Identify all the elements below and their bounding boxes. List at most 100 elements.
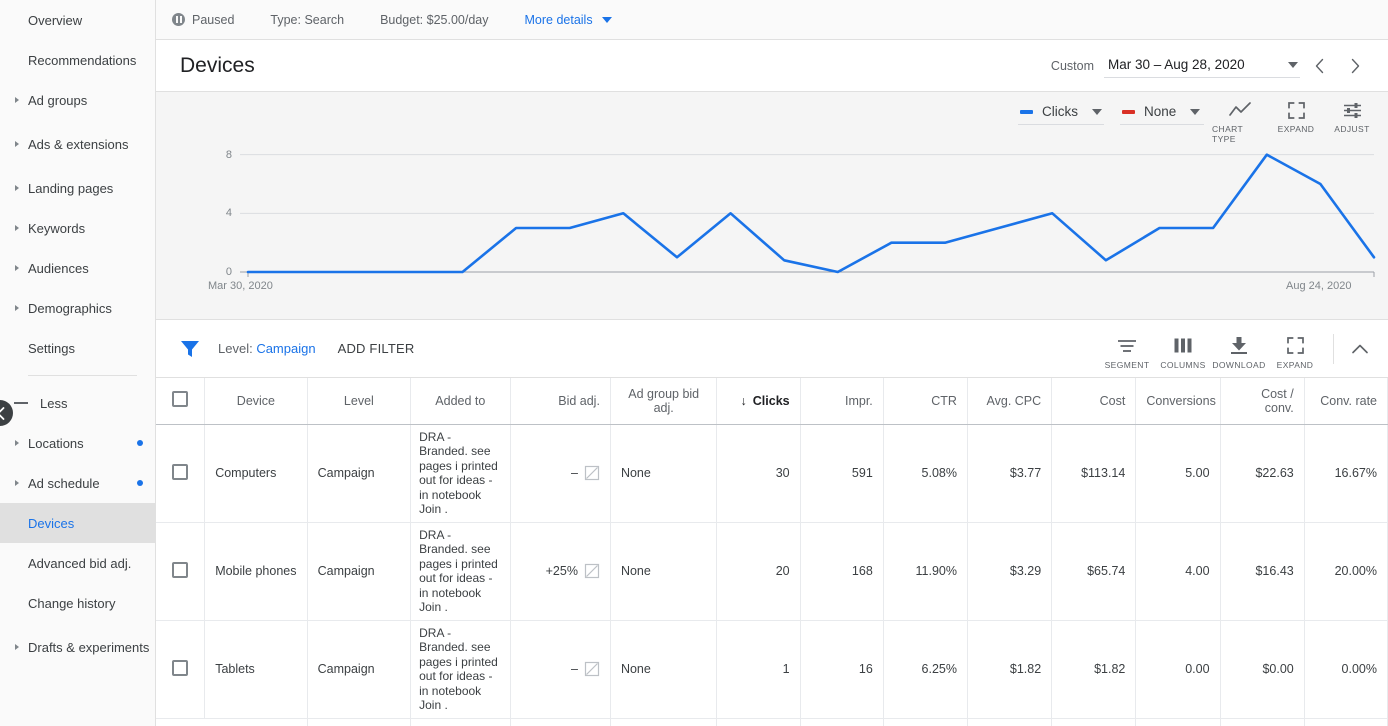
cell-device: Computers [204,424,308,523]
sidebar-item-ads-extensions[interactable]: Ads & extensions [0,120,155,168]
sidebar-item-change-history[interactable]: Change history [0,583,155,623]
column-header-cost[interactable]: Cost [1051,378,1137,425]
segment-label: SEGMENT [1104,359,1150,370]
column-header-level[interactable]: Level [307,378,412,425]
columns-button[interactable]: COLUMNS [1155,328,1211,370]
column-header-impr[interactable]: Impr. [800,378,884,425]
chart-adjust-button[interactable]: ADJUST [1324,92,1380,134]
secondary-metric-selector[interactable]: None [1120,102,1204,125]
cell-conv-rate: 20.00% [1304,522,1388,621]
table-expand-label: EXPAND [1276,359,1314,370]
date-next-button[interactable] [1338,49,1372,83]
cell-conv-rate: 0.00% [1304,620,1388,719]
primary-metric-selector[interactable]: Clicks [1018,102,1104,125]
sidebar-item-ad-groups[interactable]: Ad groups [0,80,155,120]
sidebar-item-label: Demographics [28,300,112,316]
campaign-type: Type: Search [270,12,345,27]
minus-icon [14,402,28,404]
sidebar-less-toggle[interactable]: Less [0,383,155,423]
filter-funnel-icon[interactable] [180,340,200,358]
segment-button[interactable]: SEGMENT [1099,328,1155,370]
column-header-avg-cpc[interactable]: Avg. CPC [967,378,1053,425]
total-cost-conv: $20.08 [1220,718,1305,726]
sidebar-item-keywords[interactable]: Keywords [0,208,155,248]
column-header-added-to[interactable]: Added to [410,378,511,425]
no-edit-icon [584,661,600,677]
date-prev-button[interactable] [1302,49,1336,83]
total-impr: 775 [800,718,884,726]
download-icon [1230,335,1248,357]
sidebar-item-locations[interactable]: Locations [0,423,155,463]
add-filter-button[interactable]: ADD FILTER [338,341,415,356]
sidebar-item-settings[interactable]: Settings [0,328,155,368]
added-to-text: DRA - Branded. see pages i printed out f… [419,527,498,615]
sidebar-item-advanced-bid-adj[interactable]: Advanced bid adj. [0,543,155,583]
sidebar-item-devices[interactable]: Devices [0,503,155,543]
column-header-ad-group-bid-adj[interactable]: Ad group bid adj. [610,378,718,425]
collapse-chart-button[interactable] [1340,329,1380,369]
cell-added-to: DRA - Branded. see pages i printed out f… [410,424,511,523]
chevron-right-icon [15,185,19,191]
cell-ad-group-bid-adj: None [610,620,718,719]
chart-x-start-label: Mar 30, 2020 [208,280,273,292]
total-spacer-cell [156,718,205,726]
sidebar-item-label: Devices [28,515,75,531]
table-row[interactable]: Mobile phones Campaign DRA - Branded. see … [156,522,1388,621]
sidebar-item-label: Locations [28,435,84,451]
row-checkbox[interactable] [172,659,189,676]
download-button[interactable]: DOWNLOAD [1211,328,1267,370]
cell-impr: 16 [800,620,884,719]
notification-dot [137,440,143,446]
sidebar-item-drafts-experiments[interactable]: Drafts & experiments [0,623,155,671]
column-header-device[interactable]: Device [204,378,308,425]
sidebar-nav-secondary: Locations Ad schedule Devices Advanced bid … [0,423,155,671]
column-header-conv-rate[interactable]: Conv. rate [1304,378,1388,425]
level-filter-value: Campaign [256,341,316,356]
column-header-clicks[interactable]: ↓ Clicks [716,378,801,425]
level-filter-chip[interactable]: Level: Campaign [218,341,316,356]
cell-device: Tablets [204,620,308,719]
performance-chart-panel: Clicks None CHART TYPE EXPAND ADJUST 0 4… [156,92,1388,320]
row-checkbox[interactable] [172,463,189,480]
notification-dot [137,480,143,486]
row-checkbox[interactable] [172,561,189,578]
sidebar-item-demographics[interactable]: Demographics [0,288,155,328]
table-body: Computers Campaign DRA - Branded. see page… [156,424,1388,726]
column-header-cost-conv[interactable]: Cost / conv. [1220,378,1305,425]
cell-bid-adj[interactable]: +25% [510,522,611,621]
chart-expand-button[interactable]: EXPAND [1268,92,1324,134]
sidebar-item-recommendations[interactable]: Recommendations [0,40,155,80]
cell-cost: $113.14 [1051,424,1137,523]
chevron-right-icon [15,480,19,486]
table-expand-button[interactable]: EXPAND [1267,328,1323,370]
column-header-bid-adj[interactable]: Bid adj. [510,378,611,425]
column-header-label: Cost / conv. [1261,386,1294,415]
bid-adj-wrapper: – [521,465,600,481]
cell-bid-adj[interactable]: – [510,620,611,719]
cell-level: Campaign [307,620,412,719]
devices-table: Device Level Added to Bid adj. Ad group bid … [156,378,1388,726]
sidebar-item-audiences[interactable]: Audiences [0,248,155,288]
cell-level: Campaign [307,424,412,523]
sidebar-item-label: Advanced bid adj. [28,555,132,571]
date-range-picker[interactable]: Mar 30 – Aug 28, 2020 [1104,53,1300,78]
column-header-ctr[interactable]: CTR [883,378,968,425]
bid-adj-wrapper: – [521,661,600,677]
chart-plot-area: 0 4 8 Mar 30, 2020 Aug 24, 2020 [156,132,1388,312]
date-preset-label: Custom [1050,58,1094,73]
page-title: Devices [180,53,255,77]
cell-bid-adj[interactable]: – [510,424,611,523]
sidebar-item-ad-schedule[interactable]: Ad schedule [0,463,155,503]
table-row[interactable]: Tablets Campaign DRA - Branded. see pages … [156,620,1388,719]
cell-cost-conv: $22.63 [1220,424,1305,523]
columns-label: COLUMNS [1160,359,1206,370]
level-filter-prefix: Level: [218,341,257,356]
added-to-text: DRA - Branded. see pages i printed out f… [419,429,498,517]
select-all-checkbox[interactable] [172,391,189,408]
more-details-button[interactable]: More details [525,13,612,27]
total-empty-ad-group-bid-adj [610,718,718,726]
table-row[interactable]: Computers Campaign DRA - Branded. see page… [156,424,1388,523]
sidebar-item-landing-pages[interactable]: Landing pages [0,168,155,208]
column-header-conversions[interactable]: Conversions [1135,378,1221,425]
sidebar-item-overview[interactable]: Overview [0,0,155,40]
